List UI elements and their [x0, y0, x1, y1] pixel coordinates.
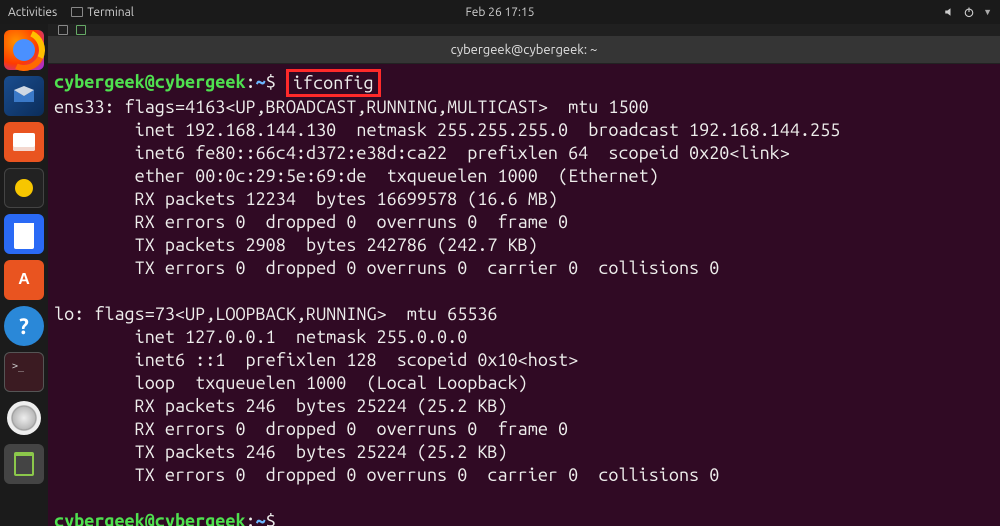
firefox-launcher[interactable]: [4, 30, 44, 70]
status-area[interactable]: ▼: [943, 6, 992, 18]
terminal-output: ens33: flags=4163<UP,BROADCAST,RUNNING,M…: [54, 97, 840, 485]
libreoffice-writer-launcher[interactable]: [4, 214, 44, 254]
activities-button[interactable]: Activities: [8, 6, 57, 19]
clock[interactable]: Feb 26 17:15: [465, 6, 534, 19]
prompt-path: ~: [256, 72, 266, 92]
rhythmbox-launcher[interactable]: [4, 168, 44, 208]
window-control-icon[interactable]: [58, 25, 68, 35]
prompt-sep: :: [246, 72, 256, 92]
thunderbird-launcher[interactable]: [4, 76, 44, 116]
prompt-dollar: $: [266, 72, 276, 92]
window-controls: [48, 24, 1000, 36]
prompt-user: cybergeek@cybergeek: [54, 72, 246, 92]
window-title: cybergeek@cybergeek: ~: [451, 43, 598, 57]
terminal-menu-label: Terminal: [87, 6, 134, 19]
chevron-down-icon: ▼: [983, 7, 992, 17]
prompt-user: cybergeek@cybergeek: [54, 511, 246, 526]
topbar-left: Activities Terminal: [8, 6, 134, 19]
volume-icon: [943, 6, 955, 18]
terminal-launcher[interactable]: [4, 352, 44, 392]
prompt-dollar: $: [266, 511, 276, 526]
gnome-topbar: Activities Terminal Feb 26 17:15 ▼: [0, 0, 1000, 24]
titlebar[interactable]: cybergeek@cybergeek: ~: [48, 36, 1000, 64]
prompt-sep: :: [246, 511, 256, 526]
dock: ?: [0, 24, 48, 526]
prompt-path: ~: [256, 511, 266, 526]
help-launcher[interactable]: ?: [4, 306, 44, 346]
software-center-launcher[interactable]: [4, 260, 44, 300]
terminal-body[interactable]: cybergeek@cybergeek:~$ ifconfig ens33: f…: [48, 64, 1000, 526]
disk-launcher[interactable]: [4, 398, 44, 438]
terminal-menu-button[interactable]: Terminal: [71, 6, 134, 19]
power-icon: [963, 6, 975, 18]
thunderbird-icon: [10, 82, 38, 110]
terminal-window: cybergeek@cybergeek: ~ cybergeek@cyberge…: [48, 24, 1000, 526]
trash-launcher[interactable]: [4, 444, 44, 484]
command-text: ifconfig: [293, 73, 374, 93]
window-control-icon[interactable]: [76, 25, 86, 35]
disk-icon: [7, 401, 41, 435]
files-launcher[interactable]: [4, 122, 44, 162]
terminal-app-icon: [71, 7, 83, 17]
command-highlight: ifconfig: [286, 69, 381, 97]
